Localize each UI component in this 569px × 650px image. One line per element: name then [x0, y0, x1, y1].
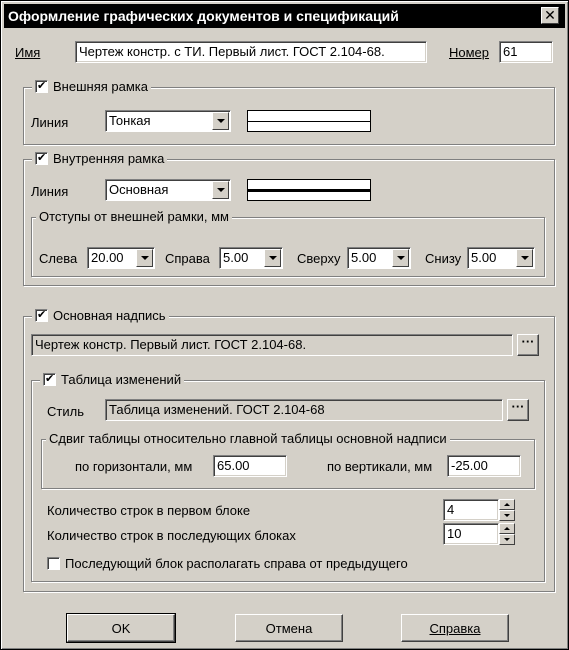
- right-offset-label: Справа: [165, 251, 210, 266]
- shift-title: Сдвиг таблицы относительно главной табли…: [49, 431, 447, 446]
- top-offset-value: 5.00: [351, 250, 377, 265]
- title-block-title: Основная надпись: [53, 308, 166, 323]
- rows-next-spinner[interactable]: [499, 523, 515, 545]
- chevron-down-icon[interactable]: [212, 112, 229, 130]
- shift-legend: Сдвиг таблицы относительно главной табли…: [46, 431, 450, 446]
- thin-line-sample: [248, 121, 370, 122]
- dialog-window: Оформление графических документов и спец…: [0, 0, 569, 650]
- inner-line-label: Линия: [31, 184, 69, 199]
- name-field[interactable]: Чертеж констр. с ТИ. Первый лист. ГОСТ 2…: [75, 41, 427, 63]
- place-right-option[interactable]: Последующий блок располагать справа от п…: [47, 556, 408, 571]
- offsets-legend: Отступы от внешней рамки, мм: [36, 209, 232, 224]
- cancel-button[interactable]: Отмена: [235, 614, 343, 642]
- left-offset-select[interactable]: 20.00: [87, 247, 155, 269]
- title-block-legend[interactable]: Основная надпись: [32, 307, 169, 323]
- title-block-browse-button[interactable]: ···: [517, 334, 539, 356]
- vertical-shift-label: по вертикали, мм: [327, 459, 433, 474]
- outer-frame-checkbox[interactable]: [35, 78, 48, 94]
- number-field[interactable]: 61: [499, 41, 553, 63]
- thick-line-sample: [248, 189, 370, 192]
- horizontal-shift-label: по горизонтали, мм: [75, 459, 193, 474]
- window-title: Оформление графических документов и спец…: [8, 8, 399, 24]
- outer-line-value: Тонкая: [109, 113, 151, 128]
- changes-table-checkbox[interactable]: [43, 371, 56, 387]
- help-button[interactable]: Справка: [401, 614, 509, 642]
- rows-first-spinner[interactable]: [499, 499, 515, 521]
- chevron-down-icon[interactable]: [516, 249, 533, 267]
- right-offset-value: 5.00: [223, 250, 249, 265]
- rows-next-field[interactable]: 10: [443, 523, 499, 545]
- outer-line-label: Линия: [31, 115, 69, 130]
- rows-first-label: Количество строк в первом блоке: [47, 503, 251, 518]
- outer-line-preview: [247, 110, 371, 132]
- changes-table-legend[interactable]: Таблица изменений: [40, 371, 185, 387]
- bottom-offset-select[interactable]: 5.00: [467, 247, 535, 269]
- inner-line-value: Основная: [109, 182, 169, 197]
- name-label: Имя: [15, 45, 41, 60]
- inner-frame-checkbox[interactable]: [35, 150, 48, 166]
- place-right-checkbox[interactable]: [47, 557, 60, 570]
- outer-frame-legend[interactable]: Внешняя рамка: [32, 78, 151, 94]
- chevron-down-icon[interactable]: [212, 181, 229, 199]
- horizontal-shift-field[interactable]: 65.00: [213, 455, 287, 477]
- chevron-down-icon[interactable]: [392, 249, 409, 267]
- left-offset-label: Слева: [39, 251, 78, 266]
- spin-down-icon[interactable]: [499, 534, 515, 545]
- changes-table-title: Таблица изменений: [61, 372, 182, 387]
- left-offset-value: 20.00: [91, 250, 124, 265]
- vertical-shift-field[interactable]: -25.00: [447, 455, 521, 477]
- inner-line-preview: [247, 179, 371, 201]
- style-browse-button[interactable]: ···: [507, 399, 529, 421]
- rows-first-field[interactable]: 4: [443, 499, 499, 521]
- offsets-title: Отступы от внешней рамки, мм: [39, 209, 229, 224]
- inner-frame-legend[interactable]: Внутренняя рамка: [32, 150, 168, 166]
- style-label: Стиль: [47, 404, 84, 419]
- rows-next-label: Количество строк в последующих блоках: [47, 528, 296, 543]
- top-offset-label: Сверху: [297, 251, 341, 266]
- inner-frame-title: Внутренняя рамка: [53, 151, 165, 166]
- inner-line-select[interactable]: Основная: [105, 179, 231, 201]
- number-label: Номер: [449, 45, 490, 60]
- chevron-down-icon[interactable]: [264, 249, 281, 267]
- bottom-offset-value: 5.00: [471, 250, 497, 265]
- chevron-down-icon[interactable]: [136, 249, 153, 267]
- bottom-offset-label: Снизу: [425, 251, 462, 266]
- spin-up-icon[interactable]: [499, 523, 515, 534]
- place-right-label: Последующий блок располагать справа от п…: [65, 556, 408, 571]
- right-offset-select[interactable]: 5.00: [219, 247, 283, 269]
- style-field: Таблица изменений. ГОСТ 2.104-68: [105, 399, 503, 421]
- ok-button[interactable]: OK: [66, 613, 176, 643]
- close-icon[interactable]: ✕: [541, 7, 559, 24]
- outer-frame-title: Внешняя рамка: [53, 79, 148, 94]
- outer-line-select[interactable]: Тонкая: [105, 110, 231, 132]
- title-block-field: Чертеж констр. Первый лист. ГОСТ 2.104-6…: [31, 334, 513, 356]
- spin-down-icon[interactable]: [499, 510, 515, 521]
- title-bar[interactable]: Оформление графических документов и спец…: [4, 4, 565, 28]
- spin-up-icon[interactable]: [499, 499, 515, 510]
- title-block-checkbox[interactable]: [35, 307, 48, 323]
- top-offset-select[interactable]: 5.00: [347, 247, 411, 269]
